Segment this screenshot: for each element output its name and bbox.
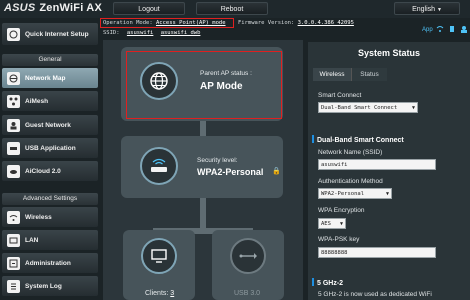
auth-method-select[interactable]: WPA2-Personal ▼: [318, 188, 392, 199]
app-label[interactable]: App: [422, 27, 433, 33]
sidebar-item-lan[interactable]: LAN: [2, 230, 98, 250]
band-note: 5 GHz-2 is now used as dedicated WiFi: [318, 291, 432, 298]
usb-port-icon: [230, 238, 266, 274]
section-marker: [312, 135, 314, 143]
sidebar-item-system-log[interactable]: System Log: [2, 276, 98, 296]
sidebar-item-quick-setup[interactable]: Quick Internet Setup: [2, 23, 98, 45]
logout-button[interactable]: Logout: [113, 2, 185, 15]
auth-method-value: WPA2-Personal: [321, 191, 365, 197]
usb-label: USB 3.0: [234, 290, 261, 297]
chevron-down-icon: ▼: [436, 7, 442, 13]
chevron-down-icon: ▼: [385, 191, 389, 197]
ssid-label: SSID:: [103, 30, 120, 36]
status-icons: [436, 25, 468, 33]
tab-status[interactable]: Status: [351, 68, 387, 81]
clients-count: Clients: 3: [145, 290, 174, 297]
system-status-title: System Status: [357, 48, 421, 58]
auth-method-label: Authentication Method: [318, 178, 383, 185]
wifi-icon: [7, 210, 20, 224]
network-name-field[interactable]: asuswifi: [318, 159, 436, 170]
tab-wireless[interactable]: Wireless: [313, 68, 351, 81]
smart-connect-label: Smart Connect: [318, 92, 362, 99]
operation-mode: Operation Mode: Access Point(AP) mode: [103, 20, 226, 26]
sidebar: Quick Internet Setup General Network Map…: [0, 20, 100, 300]
parent-ap-value: AP Mode: [200, 81, 243, 92]
security-value: WPA2-Personal: [197, 167, 264, 177]
clients-value[interactable]: 3: [170, 290, 174, 297]
globe-icon: [140, 62, 178, 100]
cloud-icon: [7, 164, 20, 178]
log-icon: [7, 279, 20, 293]
firmware-label: Firmware Version:: [238, 20, 295, 26]
quick-setup-icon: [7, 27, 20, 41]
admin-icon: [7, 256, 20, 270]
dual-band-header: Dual-Band Smart Connect: [312, 135, 404, 144]
ssid-link-2[interactable]: asuswifi_dwb: [161, 30, 201, 36]
encryption-value: AES: [321, 221, 331, 227]
psk-field[interactable]: 88888888: [318, 247, 436, 258]
lan-icon: [7, 233, 20, 247]
clients-label: Clients:: [145, 290, 169, 297]
ssid-line: SSID: asuswifi asuswifi_dwb: [103, 30, 200, 36]
psk-label: WPA-PSK key: [318, 236, 360, 243]
language-select[interactable]: English ▼: [394, 2, 460, 15]
sidebar-item-aimesh[interactable]: AiMesh: [2, 91, 98, 111]
usb-icon: [7, 141, 20, 155]
guest-network-icon: [7, 118, 20, 132]
product-name: ZenWiFi AX: [39, 2, 102, 14]
chevron-down-icon: ▼: [411, 105, 415, 111]
sidebar-item-guest-network[interactable]: Guest Network: [2, 115, 98, 135]
network-map-icon: [7, 71, 20, 85]
advanced-settings-header: Advanced Settings: [2, 193, 98, 205]
sidebar-item-aicloud[interactable]: AiCloud 2.0: [2, 161, 98, 181]
aimesh-icon: [7, 94, 20, 108]
sidebar-item-label: Guest Network: [25, 121, 71, 129]
smart-connect-value: Dual-Band Smart Connect: [321, 105, 398, 111]
sidebar-item-label: Quick Internet Setup: [25, 30, 89, 38]
encryption-label: WPA Encryption: [318, 207, 365, 214]
sidebar-item-label: LAN: [25, 236, 39, 244]
parent-ap-label: Parent AP status :: [200, 70, 252, 77]
monitor-icon: [141, 238, 177, 274]
sidebar-item-label: USB Application: [25, 144, 76, 152]
sidebar-item-administration[interactable]: Administration: [2, 253, 98, 273]
sidebar-item-label: AiCloud 2.0: [25, 167, 61, 175]
language-value: English: [412, 6, 436, 13]
lock-icon: 🔒: [272, 168, 281, 175]
dual-band-header-label: Dual-Band Smart Connect: [317, 137, 404, 144]
general-header: General: [2, 54, 98, 66]
brand: ASUS ZenWiFi AX: [4, 2, 102, 14]
ssid-link-1[interactable]: asuswifi: [127, 30, 154, 36]
sidebar-item-usb-application[interactable]: USB Application: [2, 138, 98, 158]
firmware-link[interactable]: 3.0.0.4.386_42095: [298, 20, 354, 26]
firmware-version: Firmware Version: 3.0.0.4.386_42095: [238, 20, 354, 26]
security-label: Security level:: [197, 157, 238, 164]
sidebar-item-label: Network Map: [25, 74, 66, 82]
encryption-select[interactable]: AES ▼: [318, 218, 346, 229]
sidebar-item-network-map[interactable]: Network Map: [2, 68, 98, 88]
sidebar-item-label: System Log: [25, 282, 62, 290]
wifi-status-icon[interactable]: [436, 25, 444, 33]
smart-connect-select[interactable]: Dual-Band Smart Connect ▼: [318, 102, 418, 113]
sidebar-item-label: Wireless: [25, 213, 52, 221]
sidebar-item-wireless[interactable]: Wireless: [2, 207, 98, 227]
section-marker: [312, 278, 314, 286]
band-header-label: 5 GHz-2: [317, 280, 344, 287]
network-name-label: Network Name (SSID): [318, 149, 383, 156]
user-status-icon[interactable]: [460, 25, 468, 33]
operation-mode-label: Operation Mode:: [103, 20, 153, 26]
sidebar-item-label: AiMesh: [25, 97, 49, 105]
reboot-button[interactable]: Reboot: [196, 2, 268, 15]
router-icon: [140, 147, 178, 185]
asus-logo: ASUS: [4, 2, 36, 14]
operation-mode-link[interactable]: Access Point(AP) mode: [156, 20, 226, 26]
band-header: 5 GHz-2: [312, 278, 343, 287]
usb-status-icon[interactable]: [448, 25, 456, 33]
chevron-down-icon: ▼: [339, 221, 343, 227]
sidebar-item-label: Administration: [25, 259, 71, 267]
